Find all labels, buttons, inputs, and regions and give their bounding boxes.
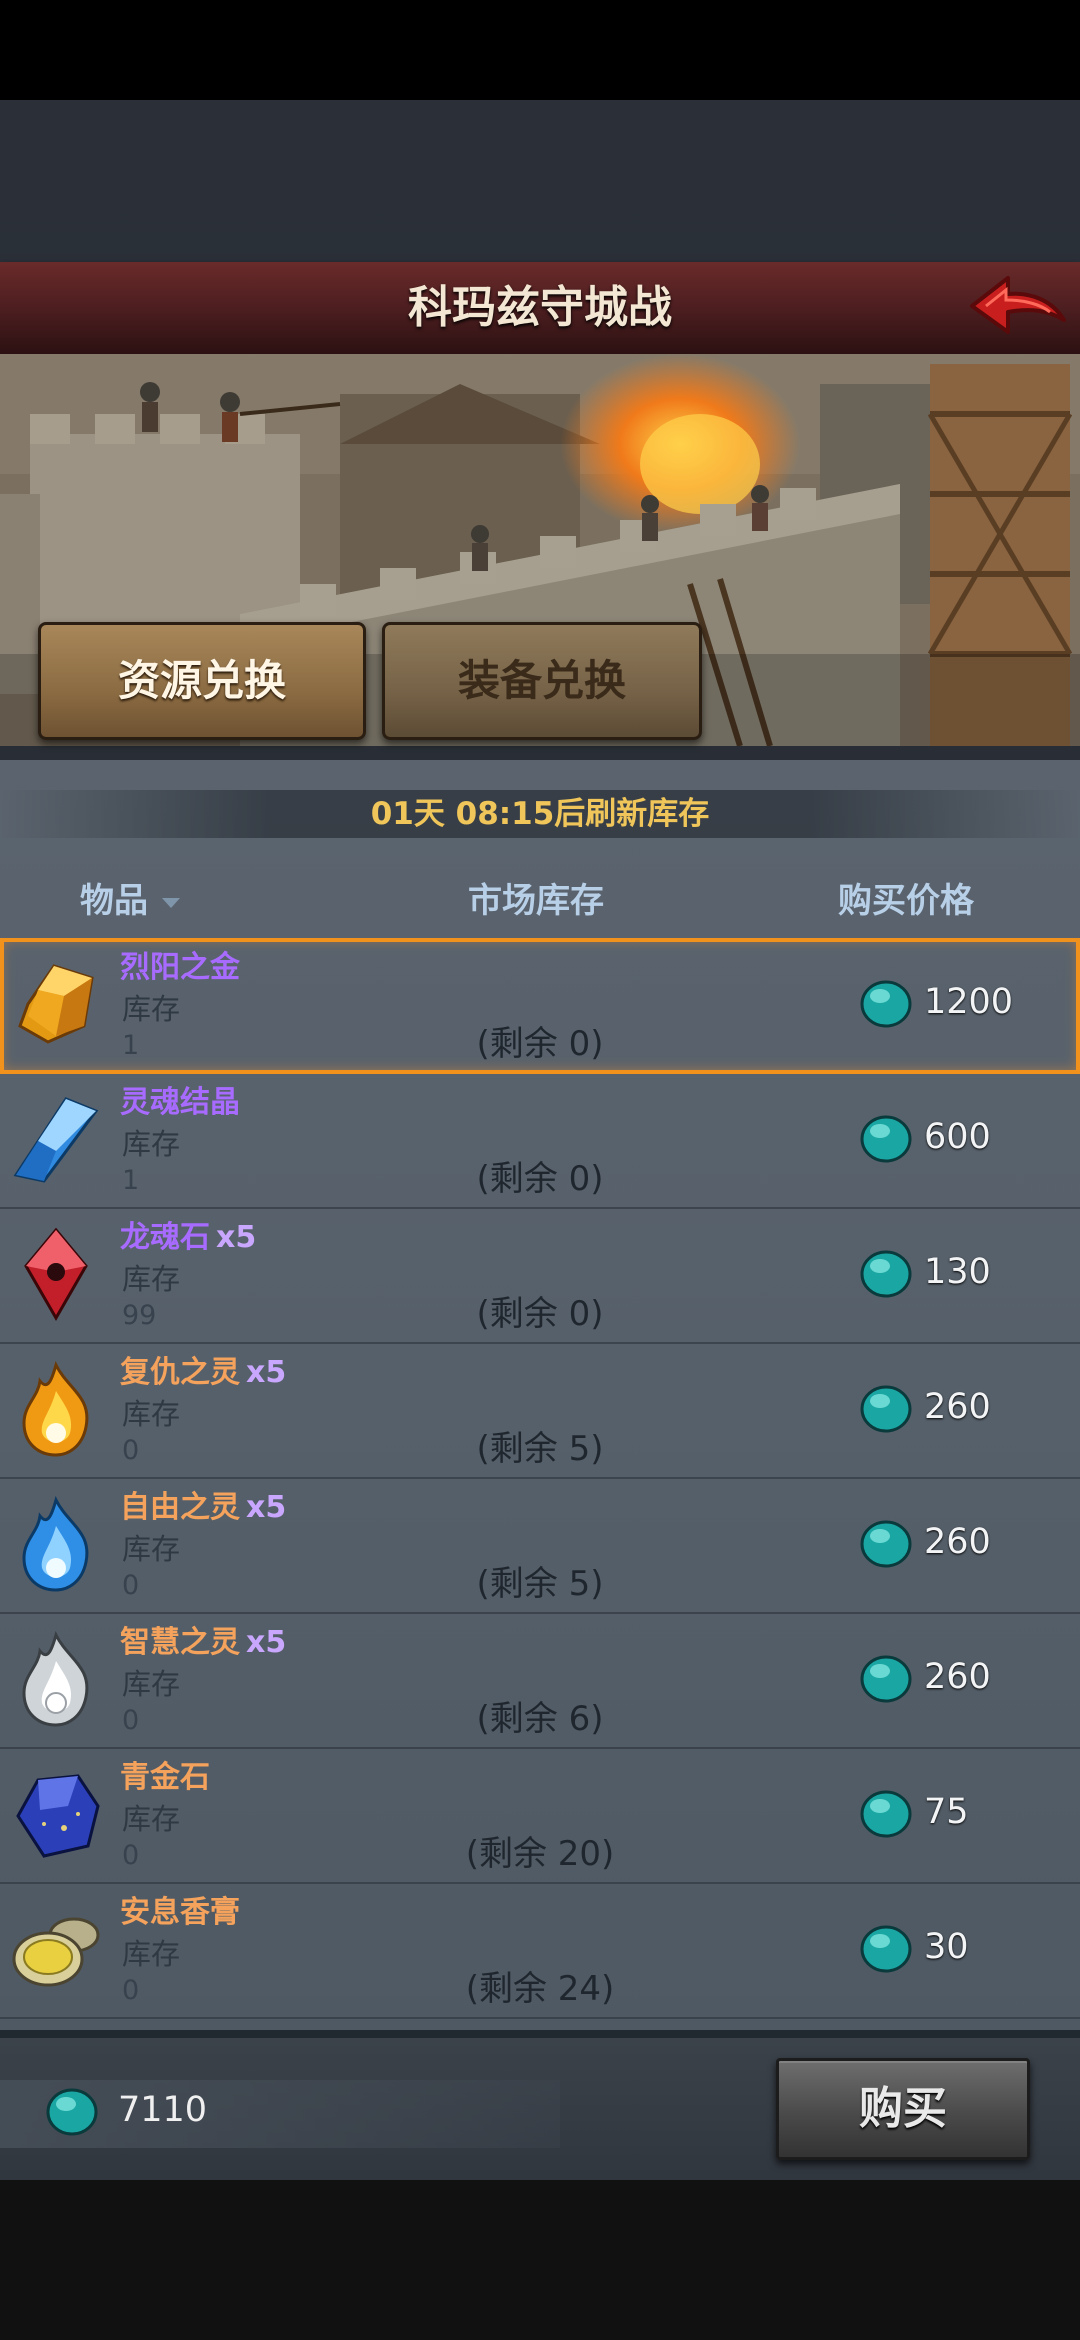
status-bar-area: [0, 0, 1080, 100]
item-name: 青金石: [120, 1752, 216, 1796]
item-name: 自由之灵 x5: [120, 1482, 286, 1526]
item-name-text: 自由之灵: [120, 1490, 240, 1525]
item-stock-value: 0: [122, 1705, 140, 1736]
item-name-text: 龙魂石: [120, 1220, 210, 1255]
item-remaining: (剩余 0): [476, 1294, 604, 1334]
tab-resource-exchange[interactable]: 资源兑换: [38, 622, 366, 740]
item-quantity: x5: [216, 1220, 257, 1255]
red-dragon-gem-icon: [24, 1227, 88, 1322]
item-name-text: 复仇之灵: [120, 1355, 240, 1390]
item-stock-label: 库存: [122, 1127, 181, 1161]
item-stock-value: 0: [122, 1435, 140, 1466]
turquoise-gem-icon: [860, 1925, 912, 1973]
back-arrow-icon: [970, 276, 1066, 334]
item-stock-label: 库存: [122, 1802, 181, 1836]
item-remaining: (剩余 0): [476, 1159, 604, 1199]
item-row-3[interactable]: 复仇之灵 x5 库存 0 (剩余 5) 260: [0, 1343, 1080, 1479]
column-header-stock: 市场库存: [468, 881, 604, 921]
buy-button[interactable]: 购买: [776, 2058, 1030, 2160]
sort-arrow-icon: [162, 897, 180, 908]
item-remaining: (剩余 20): [465, 1834, 615, 1874]
turquoise-gem-icon: [860, 980, 912, 1028]
lapis-stone-icon: [16, 1774, 100, 1858]
item-name-text: 安息香膏: [120, 1895, 240, 1930]
item-stock-label: 库存: [122, 1937, 181, 1971]
column-header-price: 购买价格: [838, 881, 974, 921]
item-price: 260: [924, 1657, 991, 1697]
item-name-text: 灵魂结晶: [120, 1085, 240, 1120]
item-name: 安息香膏: [120, 1887, 246, 1931]
orange-flame-icon: [22, 1361, 89, 1457]
back-button[interactable]: [968, 270, 1068, 346]
white-flame-icon: [22, 1631, 89, 1727]
item-remaining: (剩余 5): [476, 1429, 604, 1469]
item-stock-value: 1: [122, 1030, 140, 1061]
amber-crystal-icon: [18, 964, 94, 1044]
page-title: 科玛兹守城战: [408, 282, 672, 333]
item-stock-value: 99: [122, 1300, 157, 1331]
refresh-timer: 01天 08:15后刷新库存: [0, 790, 1080, 838]
item-row-4[interactable]: 自由之灵 x5 库存 0 (剩余 5) 260: [0, 1478, 1080, 1614]
turquoise-gem-icon: [860, 1385, 912, 1433]
turquoise-gem-icon: [860, 1115, 912, 1163]
item-name: 龙魂石 x5: [120, 1212, 256, 1256]
item-price: 260: [924, 1522, 991, 1562]
item-stock-value: 0: [122, 1975, 140, 2006]
item-price: 75: [924, 1792, 969, 1832]
item-stock-label: 库存: [122, 1262, 181, 1296]
ointment-tin-icon: [12, 1917, 100, 1987]
item-stock-label: 库存: [122, 992, 181, 1026]
item-row-5[interactable]: 智慧之灵 x5 库存 0 (剩余 6) 260: [0, 1613, 1080, 1749]
turquoise-gem-icon: [46, 2088, 98, 2136]
item-row-1[interactable]: 灵魂结晶 库存 1 (剩余 0) 600: [0, 1073, 1080, 1209]
blue-crystal-icon: [13, 1097, 99, 1183]
item-quantity: x5: [246, 1355, 287, 1390]
item-name: 烈阳之金: [120, 942, 246, 986]
gem-balance: 7110: [118, 2090, 208, 2130]
item-quantity: x5: [246, 1490, 287, 1525]
item-price: 130: [924, 1252, 991, 1292]
title-bar: 科玛兹守城战: [0, 262, 1080, 357]
item-remaining: (剩余 24): [465, 1969, 615, 2009]
item-row-7[interactable]: 安息香膏 库存 0 (剩余 24) 30: [0, 1883, 1080, 2019]
item-stock-label: 库存: [122, 1667, 181, 1701]
item-remaining: (剩余 0): [476, 1024, 604, 1064]
item-price: 600: [924, 1117, 991, 1157]
item-name-text: 青金石: [120, 1760, 210, 1795]
turquoise-gem-icon: [860, 1655, 912, 1703]
item-price: 1200: [924, 982, 1014, 1022]
blue-flame-icon: [22, 1496, 89, 1592]
item-name: 灵魂结晶: [120, 1077, 246, 1121]
item-stock-label: 库存: [122, 1532, 181, 1566]
item-name-text: 智慧之灵: [120, 1625, 240, 1660]
item-stock-value: 1: [122, 1165, 140, 1196]
item-quantity: x5: [246, 1625, 287, 1660]
turquoise-gem-icon: [860, 1790, 912, 1838]
item-remaining: (剩余 6): [476, 1699, 604, 1739]
tab-equipment-exchange[interactable]: 装备兑换: [382, 622, 702, 740]
item-row-2[interactable]: 龙魂石 x5 库存 99 (剩余 0) 130: [0, 1208, 1080, 1344]
item-stock-value: 0: [122, 1840, 140, 1871]
item-name-text: 烈阳之金: [120, 950, 240, 985]
item-stock-value: 0: [122, 1570, 140, 1601]
item-stock-label: 库存: [122, 1397, 181, 1431]
item-price: 260: [924, 1387, 991, 1427]
navigation-bar-area: [0, 2180, 1080, 2340]
turquoise-gem-icon: [860, 1250, 912, 1298]
item-name: 复仇之灵 x5: [120, 1347, 286, 1391]
item-row-6[interactable]: 青金石 库存 0 (剩余 20) 75: [0, 1748, 1080, 1884]
turquoise-gem-icon: [860, 1520, 912, 1568]
item-name: 智慧之灵 x5: [120, 1617, 286, 1661]
item-price: 30: [924, 1927, 969, 1967]
item-remaining: (剩余 5): [476, 1564, 604, 1604]
column-header-item-label: 物品: [80, 881, 148, 921]
item-row-0[interactable]: 烈阳之金 库存 1 (剩余 0) 1200: [0, 938, 1080, 1074]
column-header-item[interactable]: 物品: [80, 876, 180, 926]
